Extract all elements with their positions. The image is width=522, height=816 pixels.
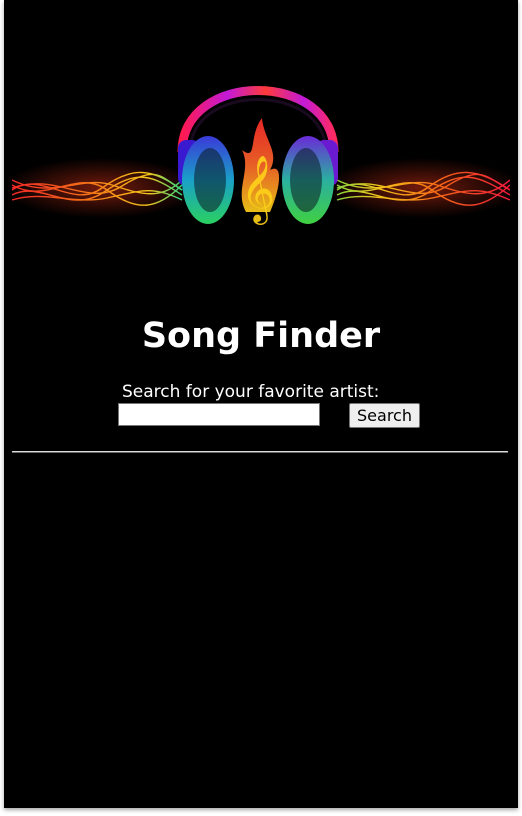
- page-frame: 𝄞 Song Finder Search for your favorite a…: [4, 0, 518, 808]
- headphones-music-banner: 𝄞: [12, 40, 510, 240]
- svg-text:𝄞: 𝄞: [241, 154, 275, 225]
- artist-search-input[interactable]: [118, 403, 320, 426]
- search-label: Search for your favorite artist:: [122, 382, 380, 402]
- page-title: Song Finder: [141, 316, 381, 356]
- search-button[interactable]: Search: [349, 403, 420, 428]
- divider: [12, 451, 508, 453]
- banner-image: 𝄞: [12, 86, 510, 225]
